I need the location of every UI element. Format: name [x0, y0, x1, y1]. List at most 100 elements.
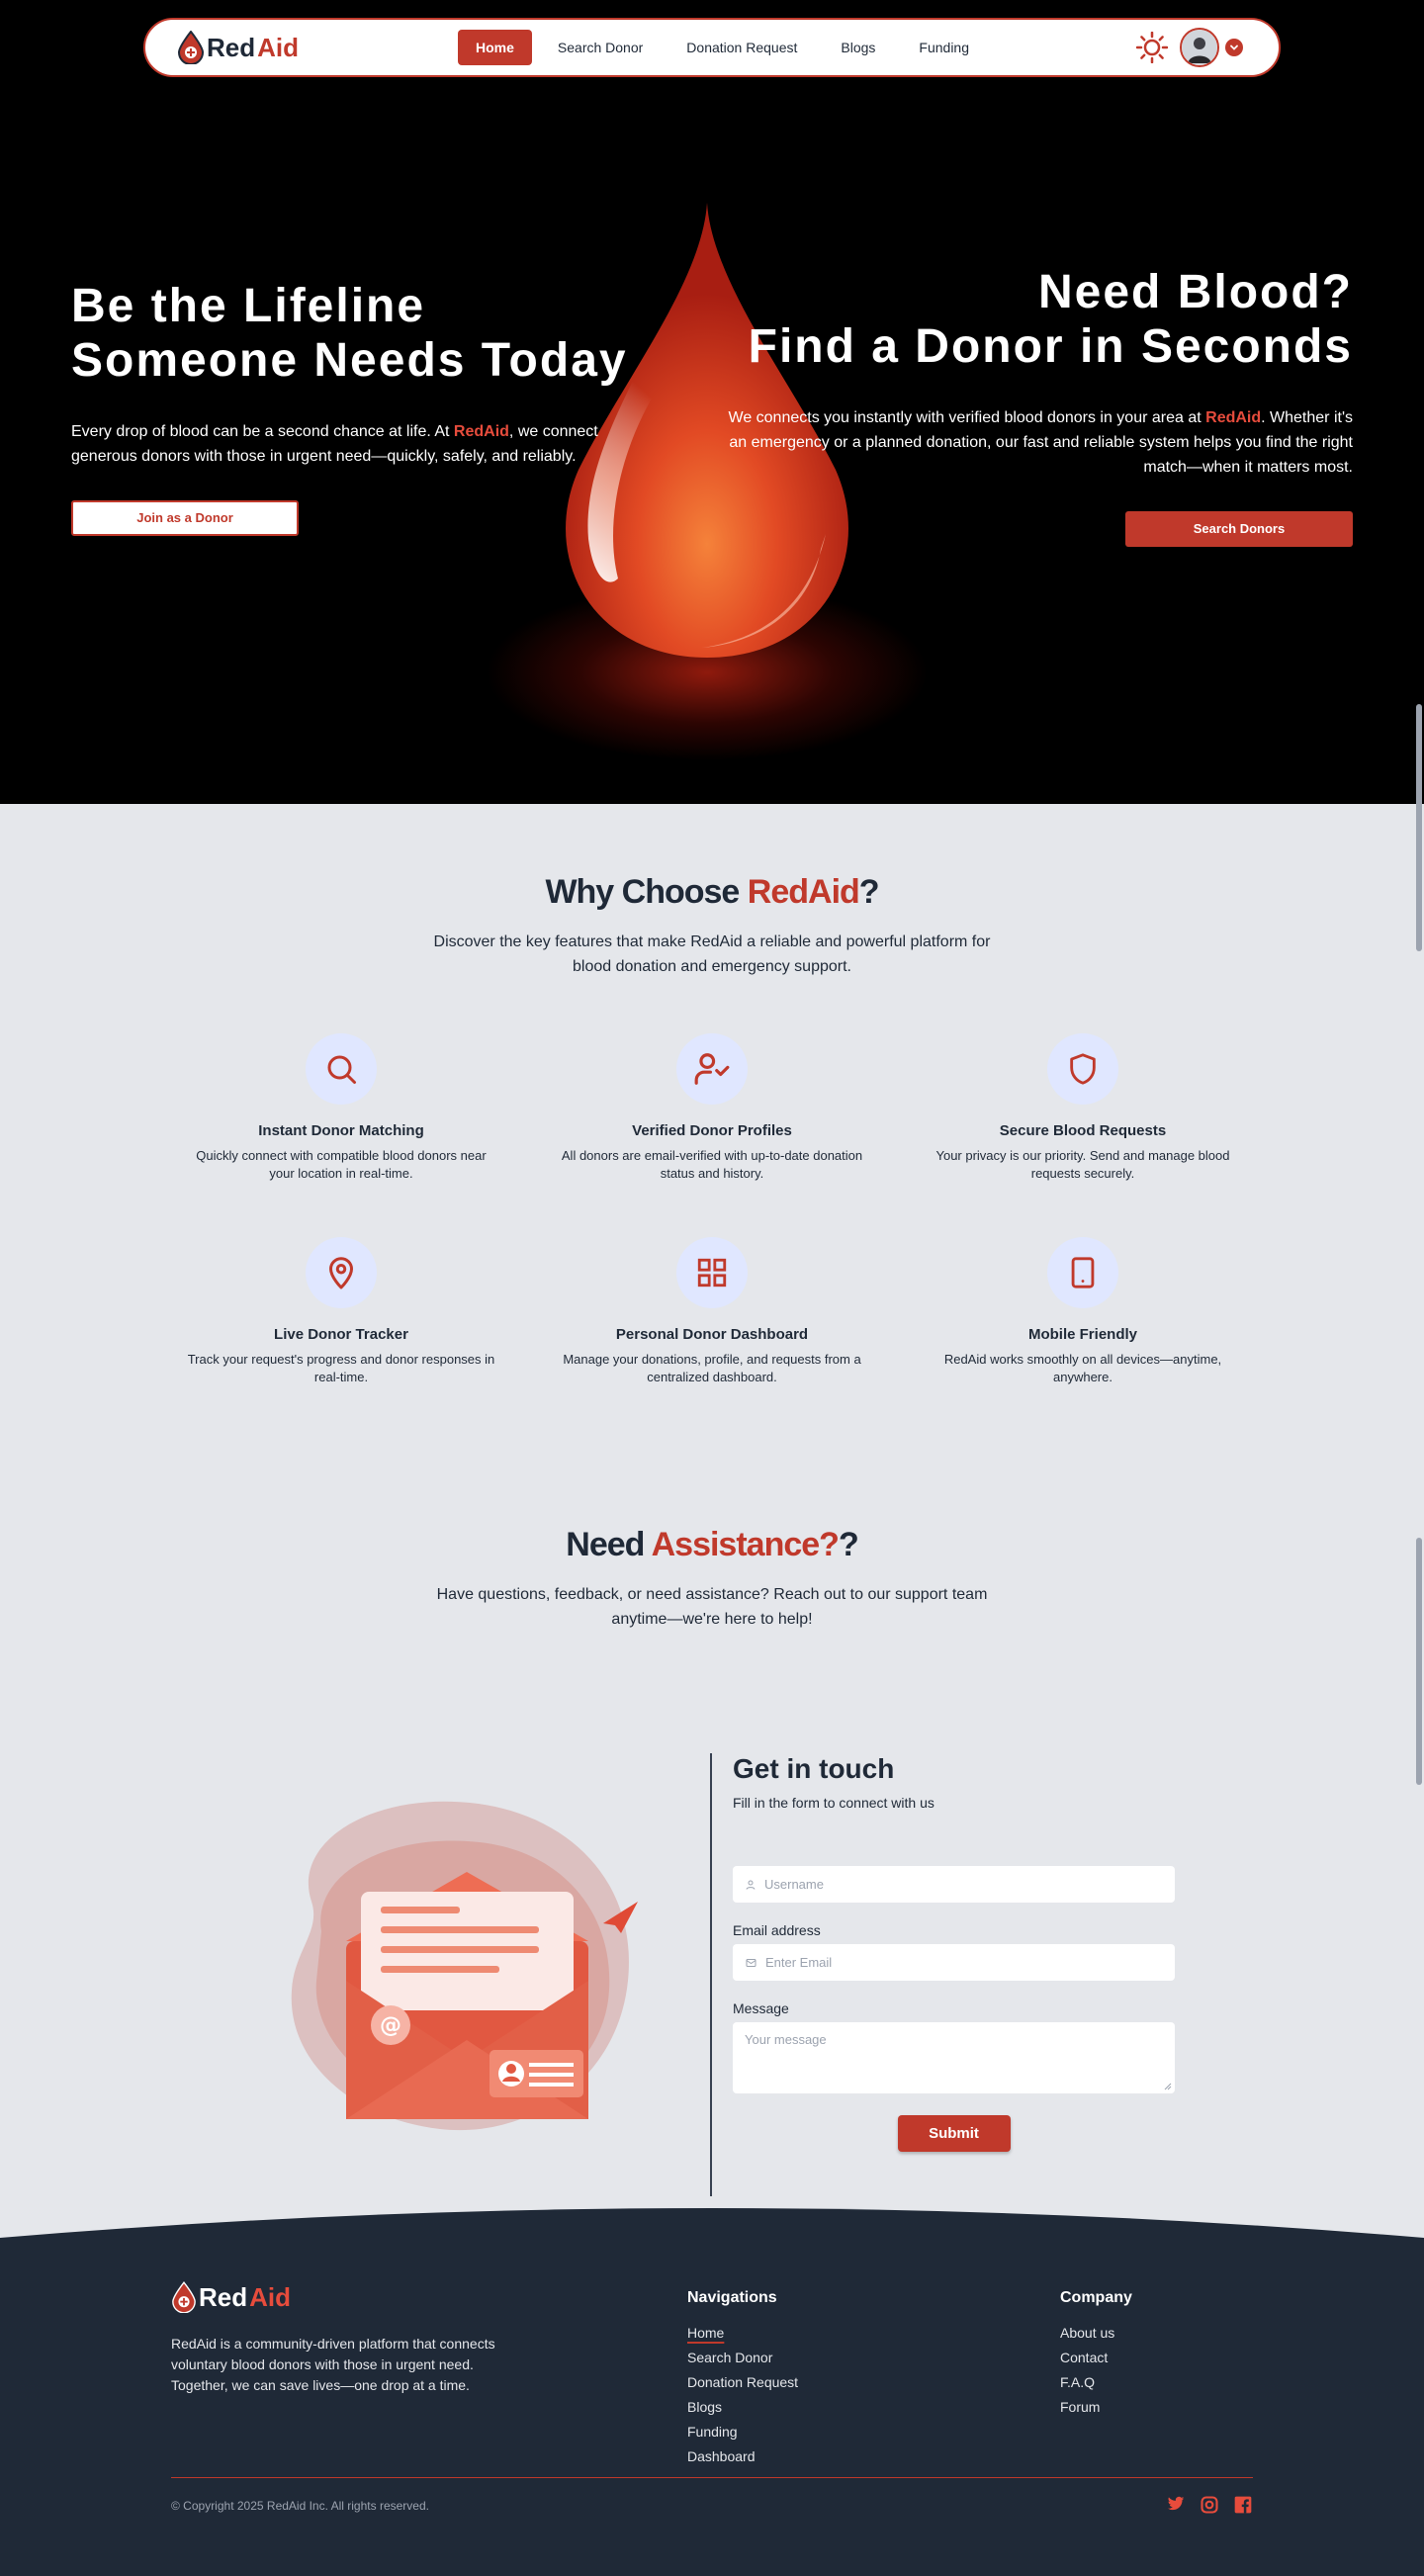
feature-title: Instant Donor Matching	[258, 1122, 424, 1139]
why-title-accent: RedAid	[747, 873, 860, 911]
join-as-donor-button[interactable]: Join as a Donor	[71, 500, 299, 536]
hero-left-title-line2: Someone Needs Today	[71, 334, 628, 387]
feature-title: Secure Blood Requests	[999, 1122, 1167, 1139]
footer-link-blogs[interactable]: Blogs	[687, 2399, 798, 2416]
footer-brand-logo[interactable]: Red Aid	[171, 2281, 291, 2313]
why-title: Why Choose RedAid?	[0, 873, 1424, 912]
message-field[interactable]: Your message	[733, 2022, 1175, 2093]
feature-title: Personal Donor Dashboard	[615, 1326, 809, 1343]
mail-icon	[746, 1958, 756, 1967]
features-grid: Instant Donor Matching Quickly connect w…	[156, 1033, 1269, 1386]
submit-button[interactable]: Submit	[897, 2115, 1011, 2152]
user-avatar-image-icon	[1182, 30, 1217, 65]
feature-card: Secure Blood Requests Your privacy is ou…	[898, 1033, 1269, 1183]
brand-name-part2: Aid	[257, 32, 300, 62]
form-title: Get in touch	[733, 1753, 895, 1784]
nav-link-blogs[interactable]: Blogs	[823, 30, 893, 65]
hero-right-text-brand: RedAid	[1205, 409, 1262, 426]
footer-link-about[interactable]: About us	[1060, 2325, 1132, 2342]
contact-section: Need Assistance?? Have questions, feedba…	[0, 1457, 1424, 2215]
message-placeholder: Your message	[745, 2032, 827, 2047]
username-placeholder: Username	[764, 1877, 824, 1892]
hero-right-text-part1: We connects you instantly with verified …	[728, 409, 1206, 426]
footer-link-home[interactable]: Home	[687, 2325, 798, 2342]
email-field[interactable]: Enter Email	[733, 1944, 1175, 1981]
feature-title: Mobile Friendly	[1027, 1326, 1137, 1343]
nav-links: Home Search Donor Donation Request Blogs…	[458, 30, 987, 65]
footer-description: RedAid is a community-driven platform th…	[171, 2336, 495, 2393]
map-pin-icon	[306, 1237, 377, 1308]
footer-link-search-donor[interactable]: Search Donor	[687, 2350, 798, 2366]
feature-title: Verified Donor Profiles	[632, 1122, 792, 1139]
contact-divider	[710, 1753, 712, 2196]
feature-desc: All donors are email-verified with up-to…	[561, 1148, 863, 1181]
footer-company-title: Company	[1060, 2289, 1132, 2306]
hero-left-title: Be the Lifeline Someone Needs Today	[71, 279, 665, 388]
hero-right-text: We connects you instantly with verified …	[720, 405, 1354, 480]
feature-card: Verified Donor Profiles All donors are e…	[527, 1033, 898, 1183]
feature-card: Instant Donor Matching Quickly connect w…	[156, 1033, 527, 1183]
search-donors-button[interactable]: Search Donors	[1125, 511, 1353, 547]
hero-left-text: Every drop of blood can be a second chan…	[71, 419, 665, 469]
dashboard-grid-icon	[676, 1237, 748, 1308]
nav-actions	[1136, 28, 1243, 67]
contact-title-accent: Assistance?	[651, 1526, 840, 1563]
hero-section: Be the Lifeline Someone Needs Today Ever…	[0, 0, 1424, 804]
contact-form: Get in touch Fill in the form to connect…	[733, 1753, 1175, 2152]
resize-handle-icon[interactable]	[1164, 2083, 1172, 2090]
footer-brand-part2: Aid	[249, 2281, 292, 2312]
feature-desc: Track your request's progress and donor …	[187, 1352, 495, 1384]
why-title-part1: Why Choose	[545, 873, 748, 911]
shield-icon	[1047, 1033, 1118, 1105]
why-title-part2: ?	[858, 873, 880, 911]
brand-name-part1: Red	[207, 32, 256, 62]
contact-title: Need Assistance??	[0, 1526, 1424, 1564]
svg-text:@: @	[380, 2013, 401, 2038]
footer-nav-title: Navigations	[687, 2289, 777, 2306]
footer: Red Aid RedAid is a community-driven plat…	[0, 2208, 1424, 2576]
hero-right-title-line2: Find a Donor in Seconds	[748, 320, 1353, 373]
nav-link-donation-request[interactable]: Donation Request	[668, 30, 815, 65]
search-icon	[306, 1033, 377, 1105]
hero-right-title: Need Blood? Find a Donor in Seconds	[720, 265, 1353, 374]
footer-link-donation-request[interactable]: Donation Request	[687, 2374, 798, 2391]
facebook-icon[interactable]	[1233, 2495, 1253, 2515]
navbar: Red Aid Home Search Donor Donation Reques…	[143, 18, 1281, 77]
footer-link-faq[interactable]: F.A.Q	[1060, 2374, 1132, 2391]
hero-left-text-brand: RedAid	[453, 423, 509, 440]
footer-link-forum[interactable]: Forum	[1060, 2399, 1132, 2416]
feature-card: Mobile Friendly RedAid works smoothly on…	[898, 1237, 1269, 1386]
footer-nav-column: Navigations Home Search Donor Donation R…	[687, 2289, 798, 2473]
nav-link-home[interactable]: Home	[458, 30, 532, 65]
feature-desc: Your privacy is our priority. Send and m…	[935, 1148, 1230, 1181]
username-field[interactable]: Username	[733, 1866, 1175, 1903]
message-label: Message	[733, 2000, 789, 2016]
footer-brand-part1: Red	[199, 2281, 248, 2312]
hero-left-text-part1: Every drop of blood can be a second chan…	[71, 423, 454, 440]
instagram-icon[interactable]	[1200, 2495, 1219, 2515]
theme-toggle-sun-icon[interactable]	[1136, 32, 1168, 63]
footer-link-contact[interactable]: Contact	[1060, 2350, 1132, 2366]
footer-social-links	[1166, 2495, 1253, 2515]
user-avatar[interactable]	[1180, 28, 1219, 67]
page-scrollbar-thumb-2[interactable]	[1416, 1538, 1422, 1785]
hero-right-title-line1: Need Blood?	[1038, 266, 1353, 318]
nav-link-funding[interactable]: Funding	[901, 30, 987, 65]
blood-drop-logo-icon	[172, 2281, 196, 2313]
contact-title-part1: Need	[566, 1526, 652, 1563]
feature-card: Live Donor Tracker Track your request's …	[156, 1237, 527, 1386]
feature-desc: Manage your donations, profile, and requ…	[563, 1352, 861, 1384]
user-menu-chevron-down-icon[interactable]	[1225, 39, 1243, 56]
footer-link-funding[interactable]: Funding	[687, 2424, 798, 2441]
hero-left-title-line1: Be the Lifeline	[71, 280, 426, 332]
footer-copyright: © Copyright 2025 RedAid Inc. All rights …	[171, 2499, 429, 2513]
form-subtitle: Fill in the form to connect with us	[733, 1795, 934, 1811]
footer-divider	[171, 2477, 1253, 2478]
user-icon	[746, 1880, 756, 1890]
brand-logo[interactable]: Red Aid	[177, 31, 299, 64]
page-scrollbar-thumb[interactable]	[1416, 704, 1422, 951]
feature-card: Personal Donor Dashboard Manage your don…	[527, 1237, 898, 1386]
twitter-icon[interactable]	[1166, 2495, 1186, 2513]
nav-link-search-donor[interactable]: Search Donor	[540, 30, 661, 65]
footer-link-dashboard[interactable]: Dashboard	[687, 2448, 798, 2465]
